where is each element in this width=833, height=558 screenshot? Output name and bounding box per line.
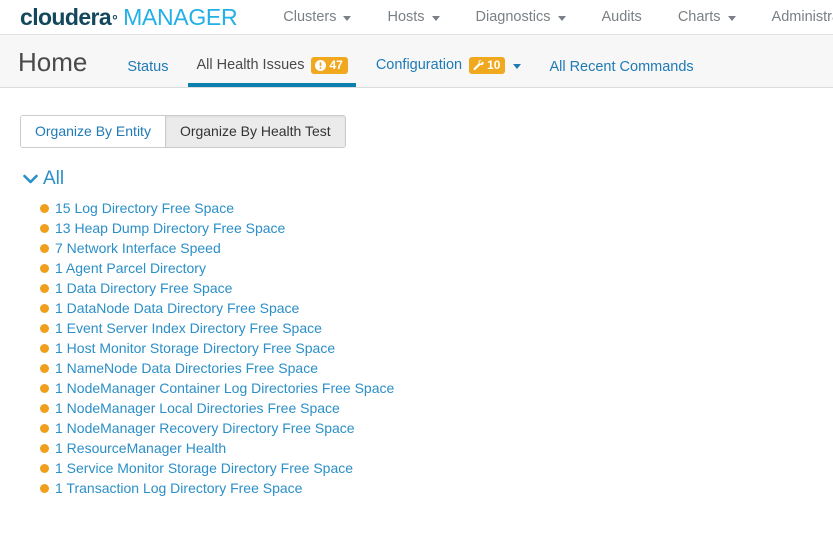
tab-label: All Health Issues (196, 57, 305, 74)
list-item[interactable]: 15 Log Directory Free Space (40, 198, 833, 218)
health-issue-link[interactable]: 7 Network Interface Speed (55, 241, 221, 255)
nav-item-label: Charts (677, 9, 721, 25)
list-item[interactable]: 1 NodeManager Container Log Directories … (40, 378, 833, 398)
health-issue-link[interactable]: 15 Log Directory Free Space (55, 201, 234, 215)
health-issue-list: 15 Log Directory Free Space 13 Heap Dump … (20, 198, 833, 498)
list-item[interactable]: 13 Heap Dump Directory Free Space (40, 218, 833, 238)
tab-badge-value: 10 (487, 58, 501, 72)
nav-item-label: Audits (601, 9, 642, 25)
page-title: Home (18, 47, 88, 77)
health-issue-link[interactable]: 13 Heap Dump Directory Free Space (55, 221, 285, 235)
health-issue-link[interactable]: 1 NameNode Data Directories Free Space (55, 361, 318, 375)
logo-manager-text: MANAGER (123, 3, 238, 30)
nav-item-label: Administration (771, 9, 833, 25)
tab-badge: 10 (469, 57, 506, 74)
tab-label: Configuration (375, 57, 463, 74)
status-warning-icon (40, 323, 49, 333)
health-issue-link[interactable]: 1 Agent Parcel Directory (55, 261, 206, 275)
nav-item-label: Hosts (387, 9, 425, 25)
organize-toggle-group: Organize By Entity Organize By Health Te… (20, 115, 346, 148)
list-item[interactable]: 1 ResourceManager Health (40, 438, 833, 458)
nav-item-clusters[interactable]: Clusters (265, 9, 369, 25)
status-warning-icon (40, 263, 49, 273)
status-warning-icon (40, 243, 49, 253)
list-item[interactable]: 1 Event Server Index Directory Free Spac… (40, 318, 833, 338)
health-issue-link[interactable]: 1 Transaction Log Directory Free Space (55, 481, 302, 495)
tab-all-recent-commands[interactable]: All Recent Commands (535, 58, 707, 88)
list-item[interactable]: 1 NodeManager Recovery Directory Free Sp… (40, 418, 833, 438)
main-content: Organize By Entity Organize By Health Te… (0, 88, 833, 498)
all-group-label: All (43, 168, 65, 189)
list-item[interactable]: 1 Data Directory Free Space (40, 278, 833, 298)
tab-label: Status (127, 58, 169, 75)
organize-by-entity-button[interactable]: Organize By Entity (21, 116, 165, 147)
status-warning-icon (40, 303, 49, 313)
chevron-down-icon (727, 15, 736, 21)
logo-trademark: ° (112, 11, 118, 28)
status-warning-icon (40, 423, 49, 433)
wrench-icon (473, 59, 484, 71)
status-warning-icon (40, 363, 49, 373)
list-item[interactable]: 1 Host Monitor Storage Directory Free Sp… (40, 338, 833, 358)
page-tabs: Status All Health Issues 47 Configuration 10… (113, 35, 707, 87)
alert-icon (315, 59, 327, 71)
status-warning-icon (40, 483, 49, 493)
status-warning-icon (40, 403, 49, 413)
health-issue-link[interactable]: 1 NodeManager Container Log Directories … (55, 381, 394, 395)
status-warning-icon (40, 283, 49, 293)
status-warning-icon (40, 223, 49, 233)
health-issue-link[interactable]: 1 Host Monitor Storage Directory Free Sp… (55, 341, 335, 355)
chevron-down-icon (22, 171, 38, 187)
cloudera-manager-logo[interactable]: cloudera ° MANAGER (20, 3, 238, 31)
tab-badge-value: 47 (329, 58, 343, 72)
list-item[interactable]: 1 Agent Parcel Directory (40, 258, 833, 278)
status-warning-icon (40, 463, 49, 473)
nav-item-hosts[interactable]: Hosts (369, 9, 457, 25)
status-warning-icon (40, 443, 49, 453)
health-issue-link[interactable]: 1 Event Server Index Directory Free Spac… (55, 321, 322, 335)
chevron-down-icon[interactable] (513, 64, 522, 69)
page-subheader: Home Status All Health Issues 47 Configurat… (0, 34, 833, 88)
nav-item-diagnostics[interactable]: Diagnostics (458, 9, 584, 25)
status-warning-icon (40, 343, 49, 353)
tab-label: All Recent Commands (549, 58, 694, 75)
chevron-down-icon (343, 15, 352, 21)
nav-item-administration[interactable]: Administration (754, 9, 833, 25)
chevron-down-icon (431, 15, 440, 21)
organize-by-health-test-button[interactable]: Organize By Health Test (164, 116, 345, 147)
health-issue-link[interactable]: 1 NodeManager Local Directories Free Spa… (55, 401, 340, 415)
list-item[interactable]: 7 Network Interface Speed (40, 238, 833, 258)
list-item[interactable]: 1 NameNode Data Directories Free Space (40, 358, 833, 378)
health-issue-link[interactable]: 1 DataNode Data Directory Free Space (55, 301, 299, 315)
nav-item-audits[interactable]: Audits (584, 9, 660, 25)
tab-badge: 47 (311, 57, 348, 74)
nav-item-label: Diagnostics (475, 9, 551, 25)
tab-all-health-issues[interactable]: All Health Issues 47 (182, 57, 361, 87)
health-issue-link[interactable]: 1 Service Monitor Storage Directory Free… (55, 461, 353, 475)
list-item[interactable]: 1 Service Monitor Storage Directory Free… (40, 458, 833, 478)
health-issue-link[interactable]: 1 Data Directory Free Space (55, 281, 232, 295)
tab-status[interactable]: Status (113, 58, 182, 88)
tab-configuration[interactable]: Configuration 10 (362, 57, 536, 87)
health-issue-link[interactable]: 1 ResourceManager Health (55, 441, 226, 455)
health-issue-link[interactable]: 1 NodeManager Recovery Directory Free Sp… (55, 421, 355, 435)
all-group-toggle[interactable]: All (22, 169, 833, 188)
chevron-down-icon (557, 15, 566, 21)
status-warning-icon (40, 203, 49, 213)
status-warning-icon (40, 383, 49, 393)
nav-item-charts[interactable]: Charts (660, 9, 754, 25)
top-navigation-bar: cloudera ° MANAGER Clusters Hosts Diagnost… (0, 0, 833, 34)
list-item[interactable]: 1 NodeManager Local Directories Free Spa… (40, 398, 833, 418)
main-menu: Clusters Hosts Diagnostics Audits Charts Admi… (265, 9, 833, 25)
nav-item-label: Clusters (283, 9, 337, 25)
list-item[interactable]: 1 Transaction Log Directory Free Space (40, 478, 833, 498)
list-item[interactable]: 1 DataNode Data Directory Free Space (40, 298, 833, 318)
logo-cloudera-text: cloudera (20, 3, 112, 30)
